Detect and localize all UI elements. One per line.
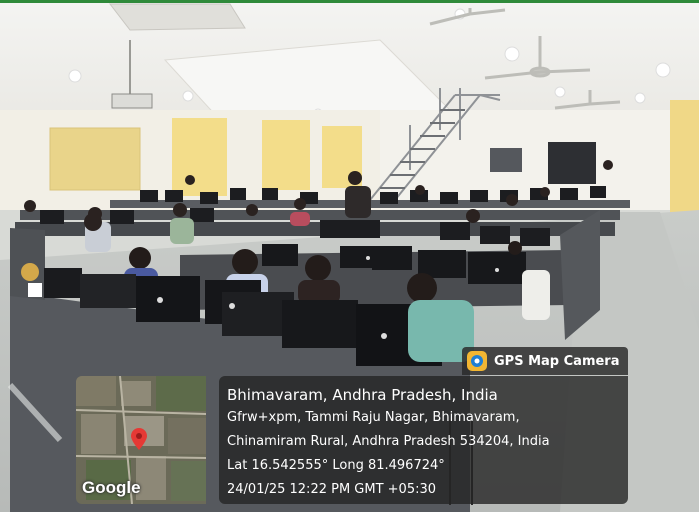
ceiling-vent [108, 3, 246, 31]
yellow-pillar-1 [172, 118, 227, 196]
top-trim [0, 0, 699, 3]
yellow-pillar-2 [262, 120, 310, 190]
doorway [548, 142, 596, 184]
left-yellow-panel [49, 127, 141, 191]
computer-lab-photo [0, 0, 699, 512]
window-panel [490, 148, 522, 172]
